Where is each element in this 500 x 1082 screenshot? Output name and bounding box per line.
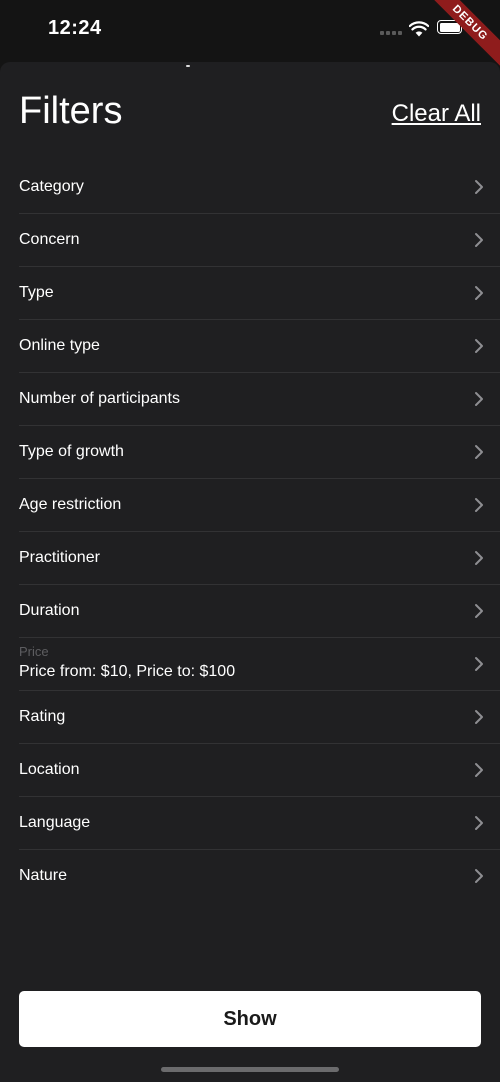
filter-item-text: Price Price from: $10, Price to: $100 bbox=[19, 644, 235, 681]
filter-item-label: Location bbox=[19, 761, 80, 778]
filter-item-age-restriction[interactable]: Age restriction bbox=[19, 479, 500, 532]
status-bar: 12:24 bbox=[0, 0, 500, 58]
filter-item-label: Rating bbox=[19, 708, 66, 725]
filter-item-label: Number of participants bbox=[19, 390, 180, 407]
filter-item-label: Duration bbox=[19, 602, 80, 619]
filter-item-concern[interactable]: Concern bbox=[19, 214, 500, 267]
filter-item-label: Category bbox=[19, 178, 84, 195]
filter-item-label: Nature bbox=[19, 867, 68, 884]
filter-item-label: Language bbox=[19, 814, 91, 831]
chevron-right-icon bbox=[475, 710, 483, 724]
cellular-signal-icon bbox=[380, 31, 402, 35]
filter-item-number-of-participants[interactable]: Number of participants bbox=[19, 373, 500, 426]
filter-item-label: Type of growth bbox=[19, 443, 124, 460]
filter-item-label: Concern bbox=[19, 231, 80, 248]
filter-item-value: Price from: $10, Price to: $100 bbox=[19, 662, 236, 680]
page-title: Filters bbox=[19, 90, 123, 132]
filter-item-duration[interactable]: Duration bbox=[19, 585, 500, 638]
clear-all-button[interactable]: Clear All bbox=[392, 100, 481, 128]
filter-item-type-of-growth[interactable]: Type of growth bbox=[19, 426, 500, 479]
chevron-right-icon bbox=[475, 551, 483, 565]
chevron-right-icon bbox=[475, 657, 483, 671]
filter-item-label: Age restriction bbox=[19, 496, 122, 513]
filter-item-online-type[interactable]: Online type bbox=[19, 320, 500, 373]
filter-item-language[interactable]: Language bbox=[19, 797, 500, 850]
filter-item-type[interactable]: Type bbox=[19, 267, 500, 320]
chevron-right-icon bbox=[475, 763, 483, 777]
chevron-right-icon bbox=[475, 339, 483, 353]
chevron-right-icon bbox=[475, 604, 483, 618]
filter-item-rating[interactable]: Rating bbox=[19, 691, 500, 744]
chevron-right-icon bbox=[475, 233, 483, 247]
filter-item-label: Practitioner bbox=[19, 549, 100, 566]
sheet-grabber bbox=[186, 65, 190, 67]
status-time: 12:24 bbox=[48, 17, 102, 39]
filter-item-location[interactable]: Location bbox=[19, 744, 500, 797]
chevron-right-icon bbox=[475, 286, 483, 300]
chevron-right-icon bbox=[475, 498, 483, 512]
filter-item-category[interactable]: Category bbox=[19, 161, 500, 214]
chevron-right-icon bbox=[475, 869, 483, 883]
wifi-icon bbox=[409, 21, 429, 37]
chevron-right-icon bbox=[475, 445, 483, 459]
show-button[interactable]: Show bbox=[19, 991, 481, 1047]
home-indicator[interactable] bbox=[161, 1067, 339, 1072]
filter-item-price[interactable]: Price Price from: $10, Price to: $100 bbox=[19, 638, 500, 691]
chevron-right-icon bbox=[475, 816, 483, 830]
chevron-right-icon bbox=[475, 392, 483, 406]
filter-item-label: Price bbox=[19, 644, 49, 659]
filter-item-nature[interactable]: Nature bbox=[19, 850, 500, 902]
filter-item-label: Type bbox=[19, 284, 54, 301]
filter-item-practitioner[interactable]: Practitioner bbox=[19, 532, 500, 585]
filters-sheet: Filters Clear All Category Concern Type … bbox=[0, 62, 500, 1082]
filter-item-label: Online type bbox=[19, 337, 100, 354]
filter-list: Category Concern Type Online type Number… bbox=[0, 161, 500, 902]
chevron-right-icon bbox=[475, 180, 483, 194]
